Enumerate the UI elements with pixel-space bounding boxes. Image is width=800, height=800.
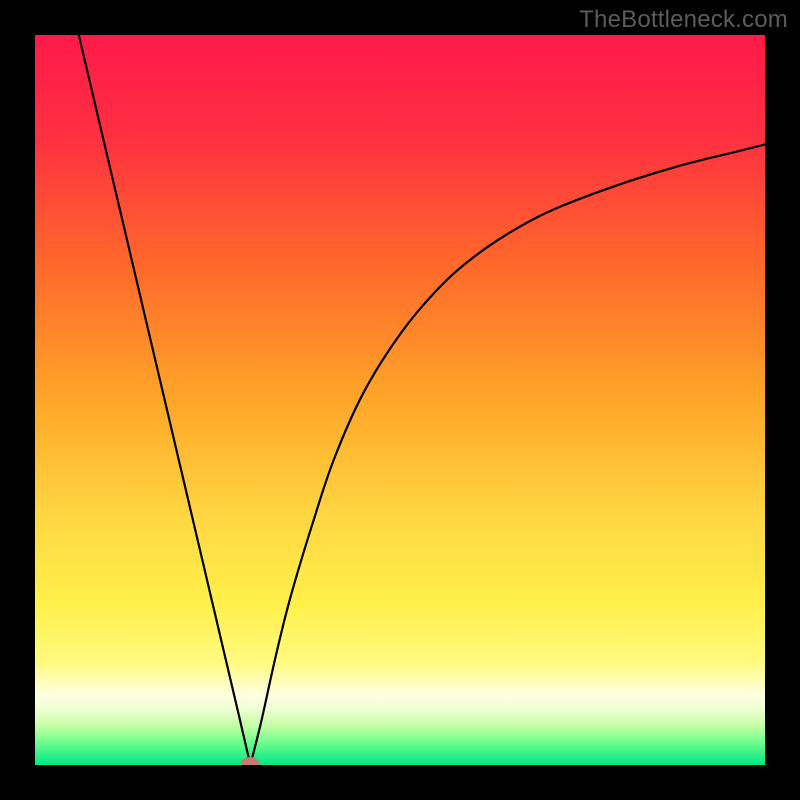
chart-frame: TheBottleneck.com bbox=[0, 0, 800, 800]
plot-area bbox=[35, 35, 765, 765]
bottleneck-curve bbox=[35, 35, 765, 765]
curve-left-branch bbox=[79, 35, 251, 765]
watermark-text: TheBottleneck.com bbox=[579, 6, 788, 34]
curve-right-branch bbox=[250, 145, 765, 766]
optimal-point-marker bbox=[241, 757, 259, 765]
